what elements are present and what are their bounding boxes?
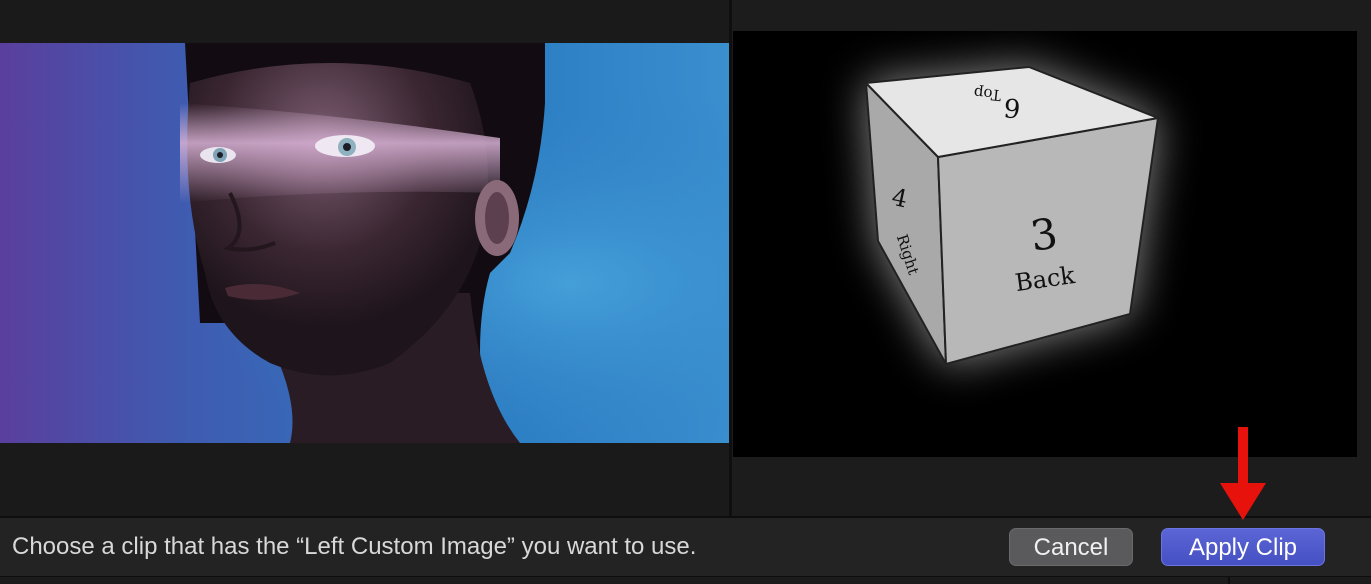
right-preview-pane: 6 Top 4 Right 3 Back (732, 0, 1371, 516)
cancel-button[interactable]: Cancel (1009, 528, 1133, 566)
footer-divider (1228, 577, 1230, 584)
cube-illustration: 6 Top 4 Right 3 Back (863, 65, 1162, 366)
cube-top-number: 6 (1002, 91, 1022, 123)
portrait-preview-image[interactable] (0, 43, 729, 443)
cube-preview-viewer[interactable]: 6 Top 4 Right 3 Back (733, 31, 1357, 457)
apply-clip-button[interactable]: Apply Clip (1161, 528, 1325, 566)
portrait-photo (0, 43, 729, 443)
down-arrow-icon (1220, 427, 1266, 520)
clip-chooser-window: 6 Top 4 Right 3 Back Choose a clip that … (0, 0, 1371, 584)
instruction-text: Choose a clip that has the “Left Custom … (12, 533, 697, 560)
cube-top-label: Top (973, 84, 1002, 105)
right-pane-header (732, 0, 1358, 31)
right-pane-edge (1358, 0, 1371, 516)
bottom-bar-footer (0, 576, 1371, 584)
left-preview-pane (0, 0, 729, 516)
